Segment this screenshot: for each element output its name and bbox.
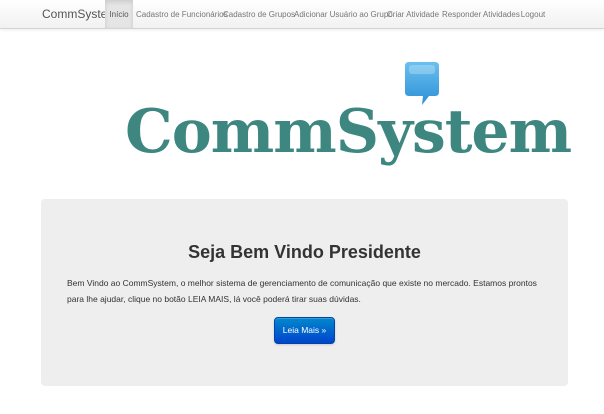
nav-item-inicio[interactable]: Início — [105, 0, 133, 28]
commsystem-logo: CommSystem — [120, 60, 572, 178]
nav-item-cadastro-grupos[interactable]: Cadastro de Grupos — [223, 0, 295, 28]
hero-unit: Seja Bem Vindo Presidente Bem Vindo ao C… — [41, 199, 568, 386]
leia-mais-button[interactable]: Leia Mais » — [274, 317, 335, 344]
speech-bubble-icon — [405, 62, 439, 105]
hero-title: Seja Bem Vindo Presidente — [188, 242, 421, 262]
hero-description: Bem Vindo ao CommSystem, o melhor sistem… — [67, 278, 537, 304]
nav-item-cadastro-funcionarios[interactable]: Cadastro de Funcionários — [136, 0, 228, 28]
nav-item-adicionar-usuario[interactable]: Adicionar Usuário ao Grupo — [294, 0, 393, 28]
nav-item-criar-atividade[interactable]: Criar Atividade — [387, 0, 439, 28]
logo-text: CommSystem — [125, 97, 572, 167]
nav-item-responder-atividades[interactable]: Responder Atividades — [442, 0, 520, 28]
nav-item-logout[interactable]: Logout — [517, 0, 549, 28]
navbar: CommSystem Início Cadastro de Funcionári… — [0, 0, 604, 29]
